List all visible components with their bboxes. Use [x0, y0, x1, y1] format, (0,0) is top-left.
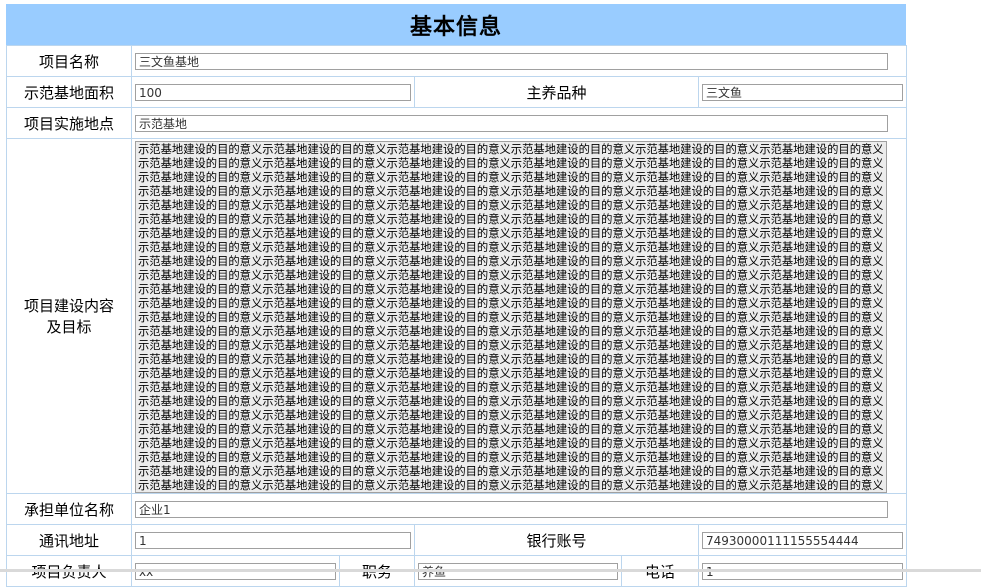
row-area-species: 示范基地面积 100 主养品种 三文鱼 — [6, 76, 908, 108]
project-name-label: 项目名称 — [6, 45, 132, 77]
address-label: 通讯地址 — [6, 524, 132, 556]
bank-account-input[interactable]: 74930000111155554444 — [702, 531, 904, 549]
basic-info-form: 基本信息 项目名称 三文鱼基地 示范基地面积 100 主养品种 三文鱼 项目实施… — [6, 4, 908, 587]
row-content: 项目建设内容及目标 示范基地建设的目的意义示范基地建设的目的意义示范基地建设的目… — [6, 138, 908, 494]
row-address-bank: 通讯地址 1 银行账号 74930000111155554444 — [6, 524, 908, 556]
main-species-label: 主养品种 — [414, 76, 699, 108]
bank-account-label: 银行账号 — [414, 524, 699, 556]
address-input[interactable]: 1 — [135, 531, 411, 549]
row-project-name: 项目名称 三文鱼基地 — [6, 45, 908, 77]
demo-area-label: 示范基地面积 — [6, 76, 132, 108]
location-input[interactable]: 示范基地 — [135, 114, 889, 132]
location-label: 项目实施地点 — [6, 107, 132, 139]
row-location: 项目实施地点 示范基地 — [6, 107, 908, 139]
demo-area-input[interactable]: 100 — [135, 83, 411, 101]
content-label: 项目建设内容及目标 — [23, 297, 114, 336]
org-name-label: 承担单位名称 — [6, 493, 132, 525]
content-textarea[interactable]: 示范基地建设的目的意义示范基地建设的目的意义示范基地建设的目的意义示范基地建设的… — [135, 141, 887, 493]
main-species-input[interactable]: 三文鱼 — [702, 83, 904, 101]
form-title-bar: 基本信息 — [6, 4, 906, 45]
row-org-name: 承担单位名称 企业1 — [6, 493, 908, 525]
form-title: 基本信息 — [409, 14, 502, 40]
project-name-input[interactable]: 三文鱼基地 — [135, 52, 889, 70]
org-name-input[interactable]: 企业1 — [135, 500, 889, 518]
basic-info-table: 项目名称 三文鱼基地 示范基地面积 100 主养品种 三文鱼 项目实施地点 示范… — [6, 45, 908, 587]
